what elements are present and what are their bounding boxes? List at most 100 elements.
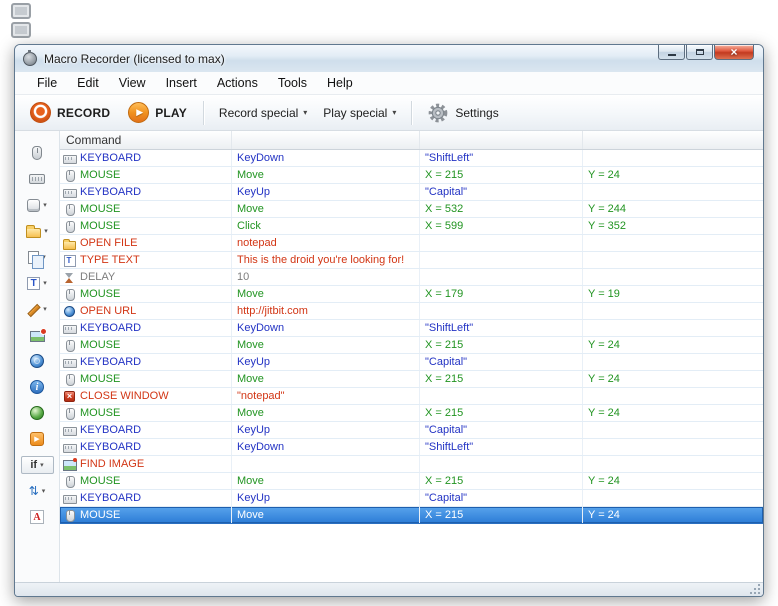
table-row[interactable]: KEYBOARDKeyDown"ShiftLeft": [60, 320, 763, 337]
menu-view[interactable]: View: [109, 73, 156, 93]
play-button[interactable]: ▶ PLAY: [119, 98, 196, 127]
table-row[interactable]: KEYBOARDKeyDown"ShiftLeft": [60, 150, 763, 167]
window-titlebar[interactable]: Macro Recorder (licensed to max) ×: [15, 45, 763, 72]
play-special-button[interactable]: Play special ▾: [315, 101, 404, 125]
command-cell: DELAY: [60, 269, 232, 285]
command-name: MOUSE: [80, 288, 120, 300]
insert-clipboard-command[interactable]: ▾: [28, 244, 46, 270]
mouse-icon: [32, 146, 42, 160]
record-special-button[interactable]: Record special ▾: [211, 101, 315, 125]
table-row[interactable]: KEYBOARD KeyUp"Capital": [60, 184, 763, 201]
action-cell: Move: [232, 337, 420, 353]
insert-find-image-command[interactable]: [30, 322, 45, 348]
mouse-icon: [63, 169, 76, 182]
clipboard-icon: [28, 251, 39, 264]
table-row[interactable]: OPEN FILEnotepad: [60, 235, 763, 252]
command-name: KEYBOARD: [80, 356, 141, 368]
menu-help[interactable]: Help: [317, 73, 363, 93]
command-cell: OPEN URL: [60, 303, 232, 319]
table-row[interactable]: MOUSEMoveX = 532Y = 244: [60, 201, 763, 218]
insert-loop-command[interactable]: ▾: [29, 478, 46, 504]
param2-cell: Y = 24: [583, 405, 763, 421]
insert-if-command[interactable]: ▾: [21, 456, 54, 474]
globe-icon: [30, 354, 44, 368]
insert-keyboard-command[interactable]: [29, 166, 45, 192]
table-row[interactable]: MOUSEClickX = 599Y = 352: [60, 218, 763, 235]
table-row[interactable]: OPEN URLhttp://jitbit.com: [60, 303, 763, 320]
insert-launch-command[interactable]: [30, 426, 44, 452]
table-row[interactable]: FIND IMAGE: [60, 456, 763, 473]
action-cell: notepad: [232, 235, 420, 251]
table-row[interactable]: KEYBOARDKeyUp"Capital": [60, 354, 763, 371]
action-cell: KeyUp: [232, 184, 420, 200]
insert-format-command[interactable]: [30, 504, 44, 530]
menu-actions[interactable]: Actions: [207, 73, 268, 93]
menu-insert[interactable]: Insert: [156, 73, 207, 93]
command-name: KEYBOARD: [80, 186, 141, 198]
insert-open-file-command[interactable]: ▾: [26, 218, 48, 244]
record-special-label: Record special: [219, 106, 298, 120]
folder-icon: [63, 237, 76, 250]
insert-edit-command[interactable]: ▾: [27, 296, 47, 322]
param1-cell: "ShiftLeft": [420, 150, 583, 166]
param1-cell: X = 215: [420, 337, 583, 353]
command-cell: MOUSE: [60, 167, 232, 183]
insert-type-text-command[interactable]: ▾: [27, 270, 47, 296]
status-bar: [15, 582, 763, 596]
action-cell: Move: [232, 507, 420, 523]
insert-open-url-command[interactable]: [30, 348, 44, 374]
command-name: MOUSE: [80, 373, 120, 385]
insert-info-command[interactable]: [30, 374, 44, 400]
column-header-action: [232, 131, 420, 149]
menu-file[interactable]: File: [27, 73, 67, 93]
command-cell: KEYBOARD: [60, 184, 232, 200]
table-row[interactable]: CLOSE WINDOW"notepad": [60, 388, 763, 405]
param1-cell: X = 215: [420, 507, 583, 523]
record-button[interactable]: RECORD: [21, 98, 119, 127]
table-row[interactable]: KEYBOARDKeyUp"Capital": [60, 422, 763, 439]
action-cell: Move: [232, 167, 420, 183]
insert-web-command[interactable]: [30, 400, 44, 426]
close-button[interactable]: ×: [714, 45, 754, 60]
background-icon-bottom[interactable]: [11, 22, 31, 38]
table-row[interactable]: KEYBOARDKeyUp"Capital": [60, 490, 763, 507]
globe-green-icon: [30, 406, 44, 420]
menu-tools[interactable]: Tools: [268, 73, 317, 93]
table-row[interactable]: MOUSEMoveX = 179Y = 19: [60, 286, 763, 303]
insert-mouse-command[interactable]: [32, 140, 42, 166]
content-area: ▾▾▾▾▾▾▾ Command KEYBOARDKeyDown"ShiftLef…: [15, 131, 763, 582]
minimize-button[interactable]: [658, 45, 685, 60]
table-row[interactable]: MOUSEMoveX = 215Y = 24: [60, 405, 763, 422]
mouse-icon: [63, 288, 76, 301]
table-row[interactable]: DELAY10: [60, 269, 763, 286]
menu-edit[interactable]: Edit: [67, 73, 109, 93]
folder-icon: [26, 228, 41, 238]
table-row[interactable]: MOUSEMoveX = 215Y = 24: [60, 473, 763, 490]
param1-cell: "Capital": [420, 184, 583, 200]
app-icon[interactable]: [23, 52, 37, 66]
table-row[interactable]: MOUSEMoveX = 215Y = 24: [60, 167, 763, 184]
action-cell: http://jitbit.com: [232, 303, 420, 319]
resize-grip[interactable]: [748, 582, 760, 594]
table-row[interactable]: MOUSEMoveX = 215Y = 24: [60, 337, 763, 354]
delay-icon: [63, 271, 76, 284]
loop-icon: [29, 484, 39, 498]
param1-cell: [420, 388, 583, 404]
column-header-param1: [420, 131, 583, 149]
column-header-command[interactable]: Command: [60, 131, 232, 149]
param1-cell: [420, 303, 583, 319]
keyboard-icon: [63, 441, 76, 454]
table-row[interactable]: KEYBOARDKeyDown"ShiftLeft": [60, 439, 763, 456]
table-row[interactable]: MOUSEMoveX = 215Y = 24: [60, 371, 763, 388]
param1-cell: X = 599: [420, 218, 583, 234]
insert-shortcut-command[interactable]: ▾: [27, 192, 47, 218]
keyboard-icon: [63, 186, 76, 199]
maximize-button[interactable]: [686, 45, 713, 60]
settings-button[interactable]: Settings: [419, 98, 506, 128]
param2-cell: [583, 439, 763, 455]
command-cell: KEYBOARD: [60, 150, 232, 166]
table-row[interactable]: TYPE TEXTThis is the droid you're lookin…: [60, 252, 763, 269]
table-row[interactable]: MOUSEMoveX = 215Y = 24: [60, 507, 763, 524]
background-icon-top[interactable]: [11, 3, 31, 19]
action-cell: KeyDown: [232, 320, 420, 336]
